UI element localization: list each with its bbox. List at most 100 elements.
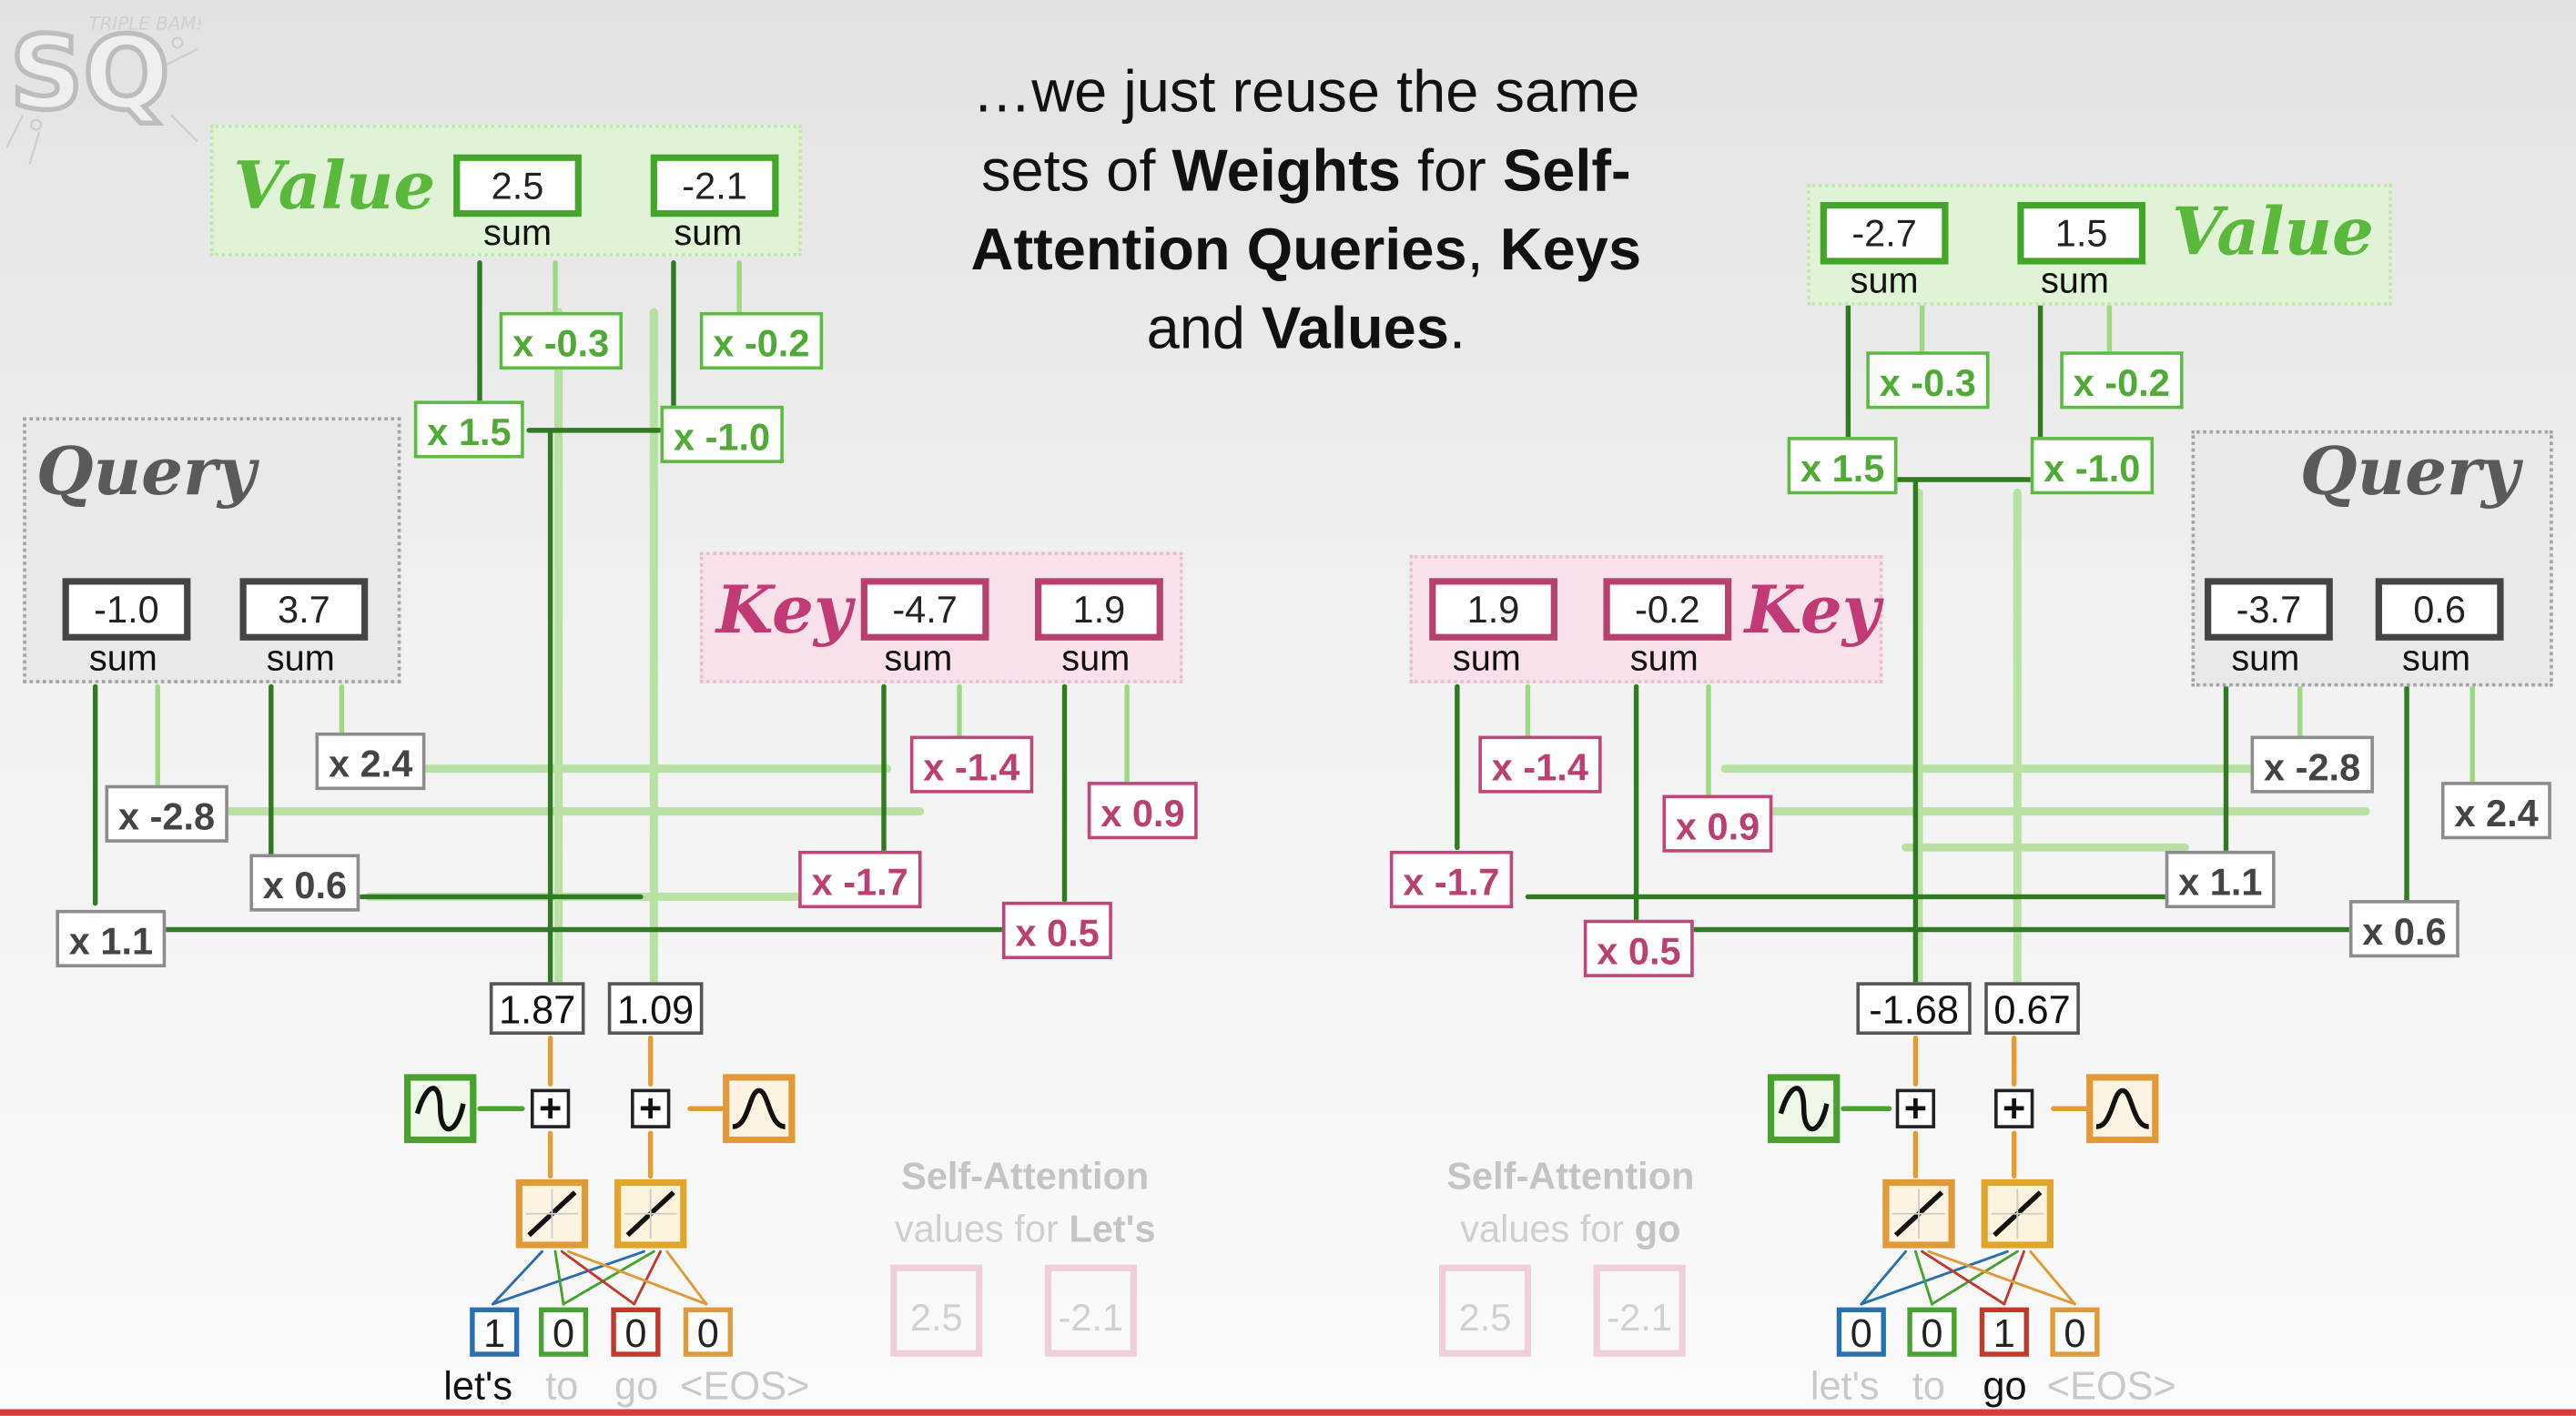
left-query-weight: x 0.6 xyxy=(249,854,360,912)
left-word-eos: <EOS> xyxy=(680,1364,810,1410)
identity-activation-icon xyxy=(1981,1178,2054,1249)
left-word-to: to xyxy=(545,1364,579,1410)
right-query-sum-1: -3.7 xyxy=(2205,578,2333,641)
right-key-weight: x -1.4 xyxy=(1478,735,1602,794)
left-query-sum-1: -1.0 xyxy=(62,578,191,641)
sum-label: sum xyxy=(88,637,157,679)
right-key-sum-2: -0.2 xyxy=(1603,578,1732,641)
sum-label: sum xyxy=(2040,259,2109,301)
left-value-weight: x -0.3 xyxy=(499,311,623,370)
right-key-weight: x -1.7 xyxy=(1389,850,1513,909)
left-value-weight: x 1.5 xyxy=(413,400,525,459)
identity-activation-icon xyxy=(614,1178,687,1249)
diagram-stage: SQ TRIPLE BAM!!! …we just reuse the same… xyxy=(0,0,2576,1416)
sum-label: sum xyxy=(2231,637,2300,679)
sum-label: sum xyxy=(266,637,335,679)
faded-value-box: 2.5 xyxy=(890,1264,983,1357)
left-key-sum-1: -4.7 xyxy=(860,578,989,641)
right-query-weight: x -2.8 xyxy=(2250,735,2374,794)
left-encoding-2: 1.09 xyxy=(607,982,704,1036)
right-query-weight: x 2.4 xyxy=(2440,782,2552,840)
sine-wave-icon xyxy=(1767,1074,1841,1144)
left-value-title: Value xyxy=(233,147,436,226)
right-value-weight: x -1.0 xyxy=(2030,437,2154,495)
right-value-weight: x 1.5 xyxy=(1787,437,1898,495)
left-add-node-2: + xyxy=(631,1088,671,1129)
right-query-weight: x 0.6 xyxy=(2348,900,2460,958)
right-token-eos: 0 xyxy=(2050,1307,2100,1357)
left-word-go: go xyxy=(614,1364,659,1410)
svg-text:TRIPLE BAM!!!: TRIPLE BAM!!! xyxy=(88,13,200,34)
sum-label: sum xyxy=(483,211,553,253)
right-key-title: Key xyxy=(1744,571,1881,649)
left-value-sum-2: -2.1 xyxy=(650,154,779,217)
right-encoding-2: 0.67 xyxy=(1984,982,2080,1036)
left-value-sum-1: 2.5 xyxy=(453,154,582,217)
right-query-title: Query xyxy=(2299,433,2520,511)
faded-value-box: -2.1 xyxy=(1044,1264,1137,1357)
left-word-lets: let's xyxy=(443,1364,512,1410)
right-value-title: Value xyxy=(2171,193,2374,271)
caption-line-4: and Values. xyxy=(1146,294,1466,362)
right-key-sum-1: 1.9 xyxy=(1429,578,1557,641)
left-query-weight: x 1.1 xyxy=(56,909,167,968)
sum-label: sum xyxy=(674,211,743,253)
right-word-lets: let's xyxy=(1810,1364,1880,1410)
left-encoding-1: 1.87 xyxy=(489,982,585,1036)
faded-self-attention-label: Self-Attention values for go xyxy=(1446,1154,1695,1250)
sum-label: sum xyxy=(1061,637,1131,679)
left-query-title: Query xyxy=(35,433,257,511)
right-key-weight: x 0.9 xyxy=(1662,794,1773,853)
right-encoding-1: -1.68 xyxy=(1856,982,1972,1036)
right-add-node-2: + xyxy=(1994,1088,2034,1129)
left-token-go: 0 xyxy=(611,1307,661,1357)
sum-label: sum xyxy=(1850,259,1919,301)
left-key-sum-2: 1.9 xyxy=(1035,578,1163,641)
left-token-eos: 0 xyxy=(683,1307,733,1357)
left-query-weight: x -2.8 xyxy=(105,784,228,843)
right-value-weight: x -0.2 xyxy=(2060,351,2184,410)
caption-line-3: Attention Queries, Keys xyxy=(970,215,1642,283)
right-token-lets: 0 xyxy=(1836,1307,1886,1357)
faded-value-box: -2.1 xyxy=(1593,1264,1686,1357)
right-query-sum-2: 0.6 xyxy=(2375,578,2504,641)
left-key-weight: x -1.7 xyxy=(798,850,922,909)
sum-label: sum xyxy=(2402,637,2471,679)
left-key-weight: x 0.9 xyxy=(1087,782,1198,840)
left-value-weight: x -1.0 xyxy=(660,405,784,463)
right-word-eos: <EOS> xyxy=(2046,1364,2176,1410)
caption-line-2: sets of Weights for Self- xyxy=(980,136,1631,204)
sine-wave-icon xyxy=(403,1074,477,1144)
right-word-go: go xyxy=(1983,1364,2027,1410)
right-word-to: to xyxy=(1912,1364,1945,1410)
faded-value-box: 2.5 xyxy=(1439,1264,1532,1357)
right-token-to: 0 xyxy=(1907,1307,1957,1357)
left-key-weight: x -1.4 xyxy=(909,735,1033,794)
identity-activation-icon xyxy=(1882,1178,1955,1249)
right-add-node-1: + xyxy=(1895,1088,1936,1129)
right-value-sum-2: 1.5 xyxy=(2017,201,2146,265)
left-query-weight: x 2.4 xyxy=(315,732,426,791)
caption: …we just reuse the same sets of Weights … xyxy=(920,53,1692,369)
faded-self-attention-label: Self-Attention values for Let's xyxy=(894,1154,1156,1250)
right-token-go: 1 xyxy=(1979,1307,2029,1357)
caption-line-1: …we just reuse the same xyxy=(972,57,1640,126)
identity-activation-icon xyxy=(515,1178,589,1249)
right-value-sum-1: -2.7 xyxy=(1820,201,1949,265)
left-token-to: 0 xyxy=(538,1307,589,1357)
right-query-weight: x 1.1 xyxy=(2165,850,2276,909)
left-key-weight: x 0.5 xyxy=(1001,901,1113,960)
left-key-title: Key xyxy=(715,571,852,649)
video-progress-bar[interactable] xyxy=(0,1409,2576,1416)
right-key-weight: x 0.5 xyxy=(1583,919,1695,977)
left-add-node-1: + xyxy=(530,1088,571,1129)
left-value-weight: x -0.2 xyxy=(699,311,823,370)
sum-label: sum xyxy=(1629,637,1699,679)
bell-curve-icon xyxy=(723,1074,796,1144)
statquest-logo: SQ TRIPLE BAM!!! xyxy=(6,12,200,165)
right-value-weight: x -0.3 xyxy=(1866,351,1990,410)
left-token-lets: 1 xyxy=(470,1307,520,1357)
sum-label: sum xyxy=(1452,637,1521,679)
bell-curve-icon xyxy=(2086,1074,2159,1144)
left-query-sum-2: 3.7 xyxy=(239,578,369,641)
